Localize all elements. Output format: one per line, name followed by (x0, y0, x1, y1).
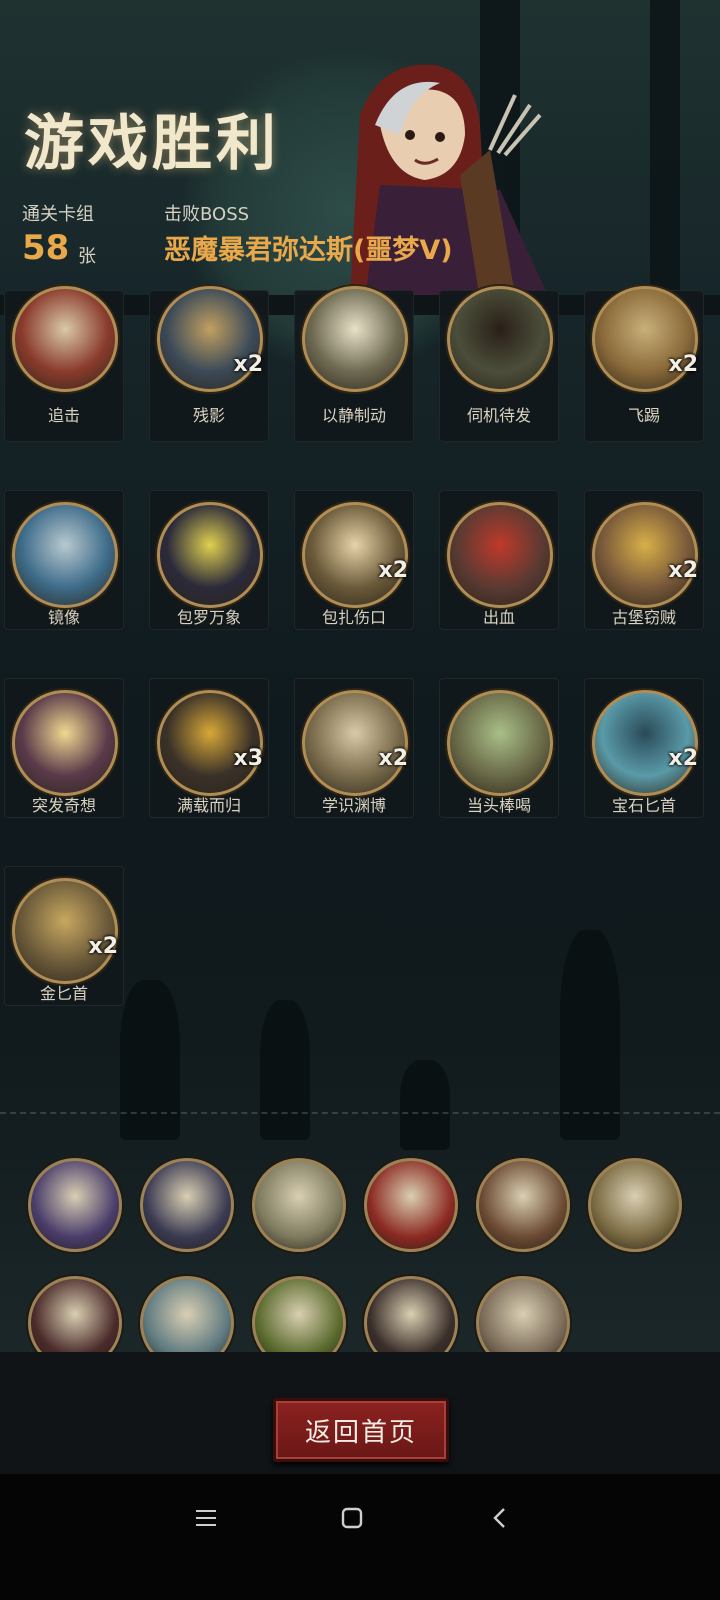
boss-label: 击败BOSS (164, 204, 250, 225)
card-multiplier: x3 (233, 746, 264, 771)
helmet-warrior-icon[interactable] (476, 1158, 570, 1252)
card-name: 飞踢 (627, 406, 660, 425)
card-multiplier: x2 (378, 746, 409, 771)
card-multiplier: x2 (668, 746, 699, 771)
card-art (12, 690, 118, 796)
card-name: 古堡窃贼 (611, 608, 676, 627)
card-name: 镜像 (47, 608, 80, 627)
return-home-button[interactable]: 返回首页 (273, 1398, 449, 1462)
card-art (592, 502, 698, 608)
card-name: 伺机待发 (466, 406, 531, 425)
card-item[interactable]: x2 学识渊博 (294, 678, 414, 818)
background-rock (400, 1060, 450, 1150)
boss-name: 恶魔暴君弥达斯(噩梦Ⅴ) (164, 235, 453, 266)
relic-list (0, 1150, 720, 1352)
card-name: 突发奇想 (31, 796, 96, 815)
red-shield-icon[interactable] (364, 1158, 458, 1252)
home-square-icon[interactable] (322, 1498, 382, 1538)
card-item[interactable]: 突发奇想 (4, 678, 124, 818)
card-name: 金匕首 (39, 984, 88, 1003)
card-name: 包扎伤口 (321, 608, 386, 627)
section-divider (0, 1112, 720, 1114)
card-name: 出血 (482, 608, 515, 627)
black-cat-icon[interactable] (140, 1158, 234, 1252)
background-tree (650, 0, 680, 300)
card-name: 学识渊博 (321, 796, 386, 815)
card-art (447, 690, 553, 796)
card-item[interactable]: x2 包扎伤口 (294, 490, 414, 630)
card-item[interactable]: 伺机待发 (439, 286, 559, 442)
card-art (302, 690, 408, 796)
background-rock (120, 980, 180, 1140)
poison-hand-icon[interactable] (252, 1276, 346, 1352)
skull-robot-icon[interactable] (28, 1276, 122, 1352)
card-art (447, 286, 553, 392)
system-navbar (0, 1474, 720, 1600)
card-name: 满载而归 (176, 796, 241, 815)
fire-tower-icon[interactable] (364, 1276, 458, 1352)
card-name: 追击 (47, 406, 80, 425)
background-rock (560, 930, 620, 1140)
card-item[interactable]: 追击 (4, 286, 124, 442)
page-title: 游戏胜利 (24, 109, 280, 179)
deck-count: 58 (22, 228, 70, 268)
card-multiplier: x2 (233, 352, 264, 377)
card-multiplier: x2 (668, 558, 699, 583)
card-art (157, 502, 263, 608)
card-art (12, 878, 118, 984)
card-multiplier: x2 (378, 558, 409, 583)
card-name: 宝石匕首 (611, 796, 676, 815)
card-item[interactable]: 包罗万象 (149, 490, 269, 630)
card-item[interactable]: x2 飞踢 (584, 286, 704, 442)
wind-slash-icon[interactable] (140, 1276, 234, 1352)
card-art (592, 690, 698, 796)
back-chevron-icon[interactable] (470, 1498, 530, 1538)
card-item[interactable]: x2 金匕首 (4, 866, 124, 1006)
card-art (302, 502, 408, 608)
card-multiplier: x2 (668, 352, 699, 377)
card-art (12, 286, 118, 392)
deck-unit: 张 (78, 246, 96, 267)
card-item[interactable]: 出血 (439, 490, 559, 630)
card-item[interactable]: x2 残影 (149, 286, 269, 442)
card-item[interactable]: 当头棒喝 (439, 678, 559, 818)
card-art (157, 690, 263, 796)
card-item[interactable]: x2 宝石匕首 (584, 678, 704, 818)
card-name: 包罗万象 (176, 608, 241, 627)
card-art (302, 286, 408, 392)
witch-portrait-icon[interactable] (28, 1158, 122, 1252)
card-art (447, 502, 553, 608)
deer-icon[interactable] (588, 1158, 682, 1252)
card-item[interactable]: 镜像 (4, 490, 124, 630)
red-hood-girl-icon[interactable] (476, 1276, 570, 1352)
card-multiplier: x2 (88, 934, 119, 959)
magic-lamp-icon[interactable] (252, 1158, 346, 1252)
card-item[interactable]: x2 古堡窃贼 (584, 490, 704, 630)
background-rock (260, 1000, 310, 1140)
card-item[interactable]: x3 满载而归 (149, 678, 269, 818)
card-art (12, 502, 118, 608)
card-item[interactable]: 以静制动 (294, 286, 414, 442)
menu-icon[interactable] (176, 1498, 236, 1538)
card-name: 当头棒喝 (466, 796, 531, 815)
card-name: 以静制动 (321, 406, 386, 425)
deck-label: 通关卡组 (22, 204, 94, 225)
card-name: 残影 (192, 406, 225, 425)
